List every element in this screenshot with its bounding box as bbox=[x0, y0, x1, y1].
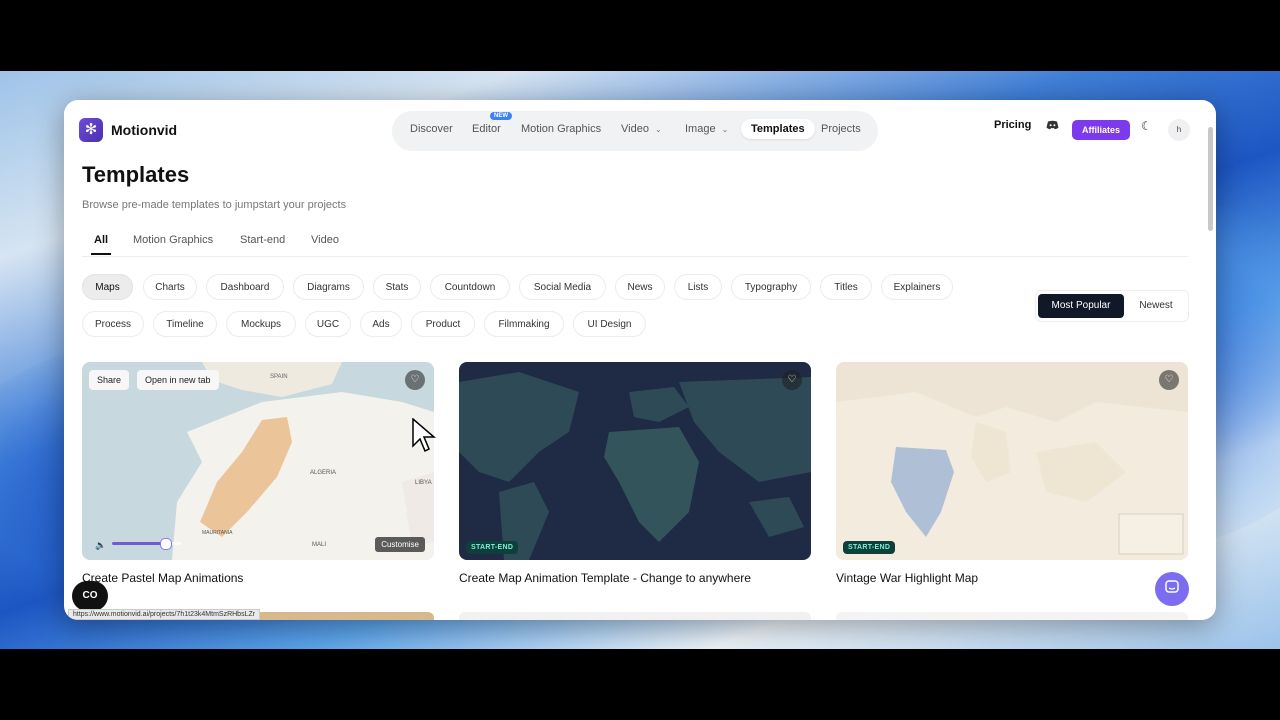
customise-button[interactable]: Customise bbox=[375, 537, 425, 552]
filter-ui-design[interactable]: UI Design bbox=[573, 311, 646, 337]
scrollbar[interactable] bbox=[1208, 127, 1213, 231]
affiliates-button[interactable]: Affiliates bbox=[1072, 120, 1131, 140]
sort-newest[interactable]: Newest bbox=[1128, 294, 1184, 318]
filter-diagrams[interactable]: Diagrams bbox=[293, 274, 364, 300]
filter-titles[interactable]: Titles bbox=[820, 274, 872, 300]
discord-icon[interactable] bbox=[1046, 119, 1059, 133]
filter-news[interactable]: News bbox=[615, 274, 665, 300]
filter-explainers[interactable]: Explainers bbox=[881, 274, 953, 300]
sort-most-popular[interactable]: Most Popular bbox=[1038, 294, 1124, 318]
new-badge: NEW bbox=[490, 112, 512, 120]
page-subtitle: Browse pre-made templates to jumpstart y… bbox=[82, 199, 347, 211]
filter-ugc[interactable]: UGC bbox=[305, 311, 351, 337]
card-thumbnail[interactable]: ♡ START-END bbox=[836, 362, 1188, 560]
volume-icon[interactable]: 🔈 bbox=[95, 540, 106, 551]
avatar[interactable]: h bbox=[1168, 119, 1190, 141]
map-label: SPAIN bbox=[270, 374, 288, 380]
start-end-badge: START-END bbox=[466, 541, 519, 554]
filter-lists[interactable]: Lists bbox=[674, 274, 722, 300]
slider-fill bbox=[112, 542, 165, 545]
tab-motion-graphics[interactable]: Motion Graphics bbox=[133, 234, 213, 246]
filter-filmmaking[interactable]: Filmmaking bbox=[484, 311, 564, 337]
nav-image-label: Image bbox=[685, 123, 716, 135]
card-thumbnail[interactable]: SPAIN ALGERIA MAURITANIA MALI LIBYA Shar… bbox=[82, 362, 434, 560]
vintage-map bbox=[836, 362, 1188, 560]
nav-templates[interactable]: Templates bbox=[741, 119, 815, 139]
filter-process[interactable]: Process bbox=[82, 311, 144, 337]
nav-discover[interactable]: Discover bbox=[410, 123, 453, 135]
slider-handle[interactable] bbox=[159, 538, 172, 550]
open-in-new-tab-button[interactable]: Open in new tab bbox=[137, 370, 219, 390]
playback-slider[interactable] bbox=[112, 538, 182, 550]
sort-toggle: Most Popular Newest bbox=[1035, 290, 1189, 322]
filter-maps[interactable]: Maps bbox=[82, 274, 133, 300]
pricing-link[interactable]: Pricing bbox=[994, 119, 1031, 131]
pastel-map: SPAIN ALGERIA MAURITANIA MALI LIBYA bbox=[82, 362, 434, 560]
heart-icon[interactable]: ♡ bbox=[782, 370, 802, 390]
nav-video-label: Video bbox=[621, 123, 649, 135]
filter-typography[interactable]: Typography bbox=[731, 274, 811, 300]
chevron-down-icon: ⌄ bbox=[721, 125, 729, 134]
map-label: LIBYA bbox=[415, 480, 432, 486]
template-card[interactable]: SPAIN ALGERIA MAURITANIA MALI LIBYA Shar… bbox=[82, 362, 434, 585]
card-title[interactable]: Create Pastel Map Animations bbox=[82, 571, 243, 585]
filter-timeline[interactable]: Timeline bbox=[153, 311, 217, 337]
brand[interactable]: ✻ Motionvid bbox=[79, 118, 177, 142]
nav-video[interactable]: Video ⌄ bbox=[621, 123, 662, 135]
status-url: https://www.motionvid.ai/projects/7h1t23… bbox=[68, 609, 261, 620]
share-button[interactable]: Share bbox=[89, 370, 130, 390]
brand-name: Motionvid bbox=[111, 122, 178, 138]
filter-ads[interactable]: Ads bbox=[360, 311, 402, 337]
mouse-cursor-icon bbox=[412, 418, 436, 453]
card-title[interactable]: Vintage War Highlight Map bbox=[836, 571, 978, 585]
flower-logo-icon: ✻ bbox=[79, 118, 103, 142]
card-title[interactable]: Create Map Animation Template - Change t… bbox=[459, 571, 751, 585]
tab-all[interactable]: All bbox=[90, 234, 112, 255]
nav-projects[interactable]: Projects bbox=[821, 123, 861, 135]
browser-window: ✻ Motionvid Discover Editor Motion Graph… bbox=[64, 100, 1216, 620]
filter-dashboard[interactable]: Dashboard bbox=[206, 274, 284, 300]
next-row-card-peek bbox=[836, 612, 1188, 620]
start-end-badge: START-END bbox=[843, 541, 896, 554]
captions-button[interactable]: CO bbox=[72, 581, 108, 611]
filter-countdown[interactable]: Countdown bbox=[430, 274, 510, 300]
map-label: MAURITANIA bbox=[202, 530, 233, 536]
card-thumbnail[interactable]: ♡ START-END bbox=[459, 362, 811, 560]
filter-product[interactable]: Product bbox=[411, 311, 475, 337]
nav-image[interactable]: Image ⌄ bbox=[685, 123, 728, 135]
nav-editor[interactable]: Editor bbox=[472, 123, 501, 135]
category-tabs: All Motion Graphics Start-end Video bbox=[82, 230, 1188, 257]
template-card[interactable]: ♡ START-END Create Map Animation Templat… bbox=[459, 362, 811, 585]
heart-icon[interactable]: ♡ bbox=[405, 370, 425, 390]
page-title: Templates bbox=[82, 162, 190, 187]
chevron-down-icon: ⌄ bbox=[654, 125, 662, 134]
top-navigation: ✻ Motionvid Discover Editor Motion Graph… bbox=[64, 100, 1216, 162]
filter-stats[interactable]: Stats bbox=[373, 274, 421, 300]
dark-world-map bbox=[459, 362, 811, 560]
tab-video[interactable]: Video bbox=[311, 234, 339, 246]
heart-icon[interactable]: ♡ bbox=[1159, 370, 1179, 390]
next-row-card-peek bbox=[459, 612, 811, 620]
template-card[interactable]: ♡ START-END Vintage War Highlight Map bbox=[836, 362, 1188, 585]
main-nav: Discover Editor Motion Graphics Video ⌄ I… bbox=[392, 111, 878, 151]
nav-motion-graphics[interactable]: Motion Graphics bbox=[521, 123, 601, 135]
filter-mockups[interactable]: Mockups bbox=[226, 311, 296, 337]
map-label: MALI bbox=[312, 542, 326, 548]
chat-bubble-icon[interactable] bbox=[1155, 572, 1189, 606]
tab-start-end[interactable]: Start-end bbox=[240, 234, 285, 246]
filter-social-media[interactable]: Social Media bbox=[519, 274, 606, 300]
map-label: ALGERIA bbox=[310, 470, 336, 476]
moon-icon[interactable]: ☾ bbox=[1141, 119, 1152, 133]
filter-charts[interactable]: Charts bbox=[143, 274, 197, 300]
